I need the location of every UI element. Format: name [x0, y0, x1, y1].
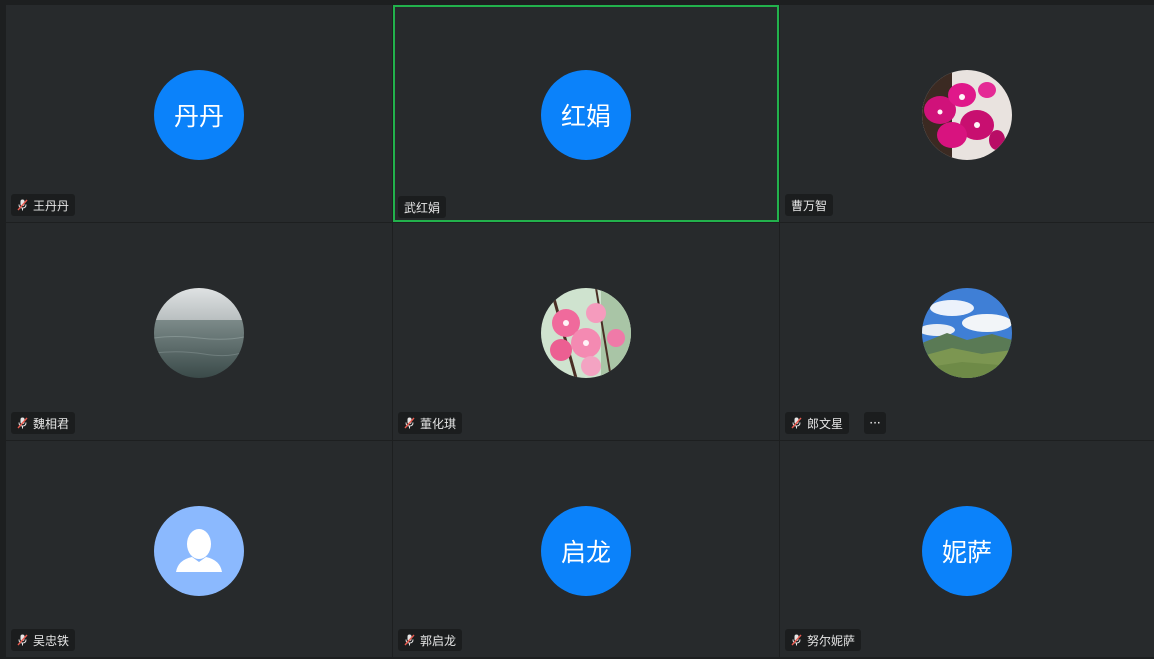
mic-muted-icon	[791, 634, 802, 646]
pink-blossoms-image	[541, 288, 631, 378]
avatar-photo	[154, 288, 244, 378]
grey-sea-image	[154, 288, 244, 378]
participant-tile[interactable]: 董化琪	[393, 223, 779, 440]
avatar-photo	[922, 70, 1012, 160]
name-tag: 吴忠铁	[11, 629, 76, 651]
participant-name: 武红娟	[404, 200, 441, 215]
mic-muted-icon	[791, 417, 802, 429]
video-grid: 丹丹 王丹丹 红娟 武红娟 曹万智 魏相君 董化琪 郎文星 ··· 吴忠铁 启龙…	[6, 5, 1154, 659]
participant-name: 郭启龙	[420, 633, 457, 648]
avatar: 红娟	[541, 70, 631, 160]
mic-muted-icon	[17, 634, 28, 646]
name-tag: 武红娟	[398, 196, 447, 218]
participant-tile[interactable]: 启龙 郭启龙	[393, 441, 779, 657]
participant-name: 王丹丹	[33, 198, 70, 213]
avatar-photo	[922, 288, 1012, 378]
participant-name: 郎文星	[807, 416, 844, 431]
more-options-button[interactable]: ···	[864, 412, 886, 434]
participant-tile-active-speaker[interactable]: 红娟 武红娟	[393, 5, 779, 222]
mountain-landscape-image	[922, 288, 1012, 378]
participant-name: 董化琪	[420, 416, 457, 431]
mic-muted-icon	[17, 199, 28, 211]
participant-tile[interactable]: 丹丹 王丹丹	[6, 5, 392, 222]
mic-muted-icon	[17, 417, 28, 429]
participant-name: 吴忠铁	[33, 633, 70, 648]
name-tag: 郭启龙	[398, 629, 463, 651]
name-tag: 王丹丹	[11, 194, 76, 216]
avatar: 丹丹	[154, 70, 244, 160]
person-icon	[176, 529, 222, 572]
pink-orchid-image	[922, 70, 1012, 160]
participant-name: 曹万智	[791, 198, 828, 213]
name-tag: 董化琪	[398, 412, 463, 434]
name-tag: 魏相君	[11, 412, 76, 434]
name-tag: 努尔妮萨	[785, 629, 862, 651]
avatar-default	[154, 506, 244, 596]
participant-name: 努尔妮萨	[807, 633, 856, 648]
participant-tile[interactable]: 妮萨 努尔妮萨	[780, 441, 1154, 657]
name-tag: 曹万智	[785, 194, 834, 216]
mic-muted-icon	[404, 417, 415, 429]
mic-muted-icon	[404, 634, 415, 646]
participant-tile[interactable]: 魏相君	[6, 223, 392, 440]
participant-tile[interactable]: 吴忠铁	[6, 441, 392, 657]
avatar-photo	[541, 288, 631, 378]
participant-name: 魏相君	[33, 416, 70, 431]
participant-tile[interactable]: 曹万智	[780, 5, 1154, 222]
name-tag: 郎文星	[785, 412, 850, 434]
avatar: 启龙	[541, 506, 631, 596]
avatar: 妮萨	[922, 506, 1012, 596]
participant-tile[interactable]: 郎文星 ···	[780, 223, 1154, 440]
